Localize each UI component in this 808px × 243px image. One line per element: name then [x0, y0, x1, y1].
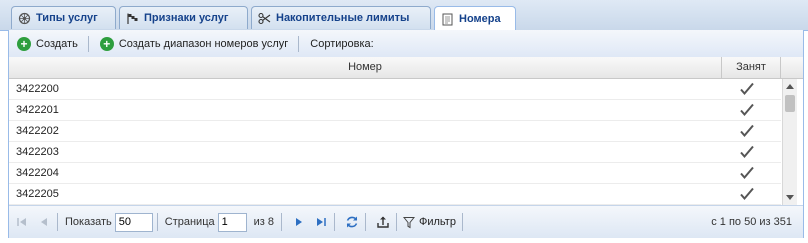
table-row[interactable]: 3422205	[9, 184, 781, 205]
flag-icon	[126, 12, 139, 25]
number-cell: 3422204	[16, 167, 59, 179]
pager-separator	[156, 213, 158, 231]
next-page-icon[interactable]	[290, 213, 308, 231]
number-cell: 3422202	[16, 125, 59, 137]
pager-separator	[396, 213, 397, 231]
pager-separator	[365, 213, 366, 231]
page-size-input[interactable]	[114, 212, 153, 232]
filter-button-label: Фильтр	[419, 216, 456, 228]
tab-strip: Типы услуг Признаки услуг Накопительные …	[0, 0, 808, 31]
tab-cumulative-limits-label: Накопительные лимиты	[276, 12, 410, 24]
checkmark-icon	[740, 187, 754, 201]
filter-icon	[403, 216, 415, 228]
pager-separator	[461, 213, 463, 231]
wheel-icon	[18, 12, 31, 25]
tab-service-features[interactable]: Признаки услуг	[119, 6, 248, 29]
pager-separator	[334, 213, 335, 231]
first-page-icon[interactable]	[13, 213, 31, 231]
refresh-icon[interactable]	[343, 213, 361, 231]
grid-body: 3422200 3422201 3422202 3422203 3422204 34222…	[9, 79, 781, 205]
toolbar-separator	[298, 35, 300, 52]
scroll-thumb[interactable]	[785, 95, 795, 112]
create-button-label: Создать	[36, 37, 78, 50]
table-row[interactable]: 3422201	[9, 100, 781, 121]
table-row[interactable]: 3422204	[9, 163, 781, 184]
tab-numbers[interactable]: Номера	[434, 6, 516, 31]
create-range-button-label: Создать диапазон номеров услуг	[118, 37, 289, 50]
tab-service-types[interactable]: Типы услуг	[11, 6, 116, 29]
column-header-number[interactable]: Номер	[9, 57, 722, 78]
add-icon: +	[17, 36, 31, 51]
add-icon: +	[99, 36, 114, 51]
last-page-icon[interactable]	[312, 213, 330, 231]
checkmark-icon	[740, 124, 754, 138]
paging-toolbar: Показать Страница из 8 Фильтр с 1 по 50 …	[9, 205, 803, 238]
create-range-button[interactable]: + Создать диапазон номеров услуг	[96, 34, 292, 54]
tab-service-types-label: Типы услуг	[36, 12, 98, 24]
tab-cumulative-limits[interactable]: Накопительные лимиты	[251, 6, 431, 29]
paging-info: с 1 по 50 из 351	[711, 216, 792, 228]
sort-label: Сортировка:	[310, 37, 374, 50]
vertical-scrollbar[interactable]	[782, 79, 797, 205]
number-cell: 3422201	[16, 104, 59, 116]
checkmark-icon	[740, 103, 754, 117]
document-icon	[441, 13, 454, 26]
checkmark-icon	[740, 166, 754, 180]
page-number-input[interactable]	[217, 212, 247, 232]
toolbar-separator	[87, 35, 89, 52]
toolbar: + Создать + Создать диапазон номеров усл…	[9, 30, 803, 58]
pager-separator	[57, 213, 58, 231]
tab-numbers-label: Номера	[459, 13, 501, 25]
number-cell: 3422200	[16, 83, 59, 95]
table-row[interactable]: 3422200	[9, 79, 781, 100]
prev-page-icon[interactable]	[35, 213, 53, 231]
filter-button[interactable]: Фильтр	[401, 212, 458, 232]
checkmark-icon	[740, 145, 754, 159]
grid-header: Номер Занят	[9, 57, 803, 79]
tab-service-features-label: Признаки услуг	[144, 12, 229, 24]
numbers-panel: + Создать + Создать диапазон номеров усл…	[8, 30, 804, 238]
create-button[interactable]: + Создать	[13, 34, 82, 54]
checkmark-icon	[740, 82, 754, 96]
export-icon[interactable]	[374, 213, 392, 231]
scroll-down-icon[interactable]	[786, 195, 794, 200]
scroll-up-icon[interactable]	[786, 84, 794, 89]
number-cell: 3422203	[16, 146, 59, 158]
page-label: Страница	[164, 216, 215, 228]
page-count: из 8	[253, 216, 274, 228]
scissors-icon	[258, 12, 271, 25]
table-row[interactable]: 3422203	[9, 142, 781, 163]
page-size-label: Показать	[65, 216, 112, 228]
number-cell: 3422205	[16, 188, 59, 200]
pager-separator	[281, 213, 282, 231]
column-header-occupied[interactable]: Занят	[722, 57, 781, 78]
table-row[interactable]: 3422202	[9, 121, 781, 142]
